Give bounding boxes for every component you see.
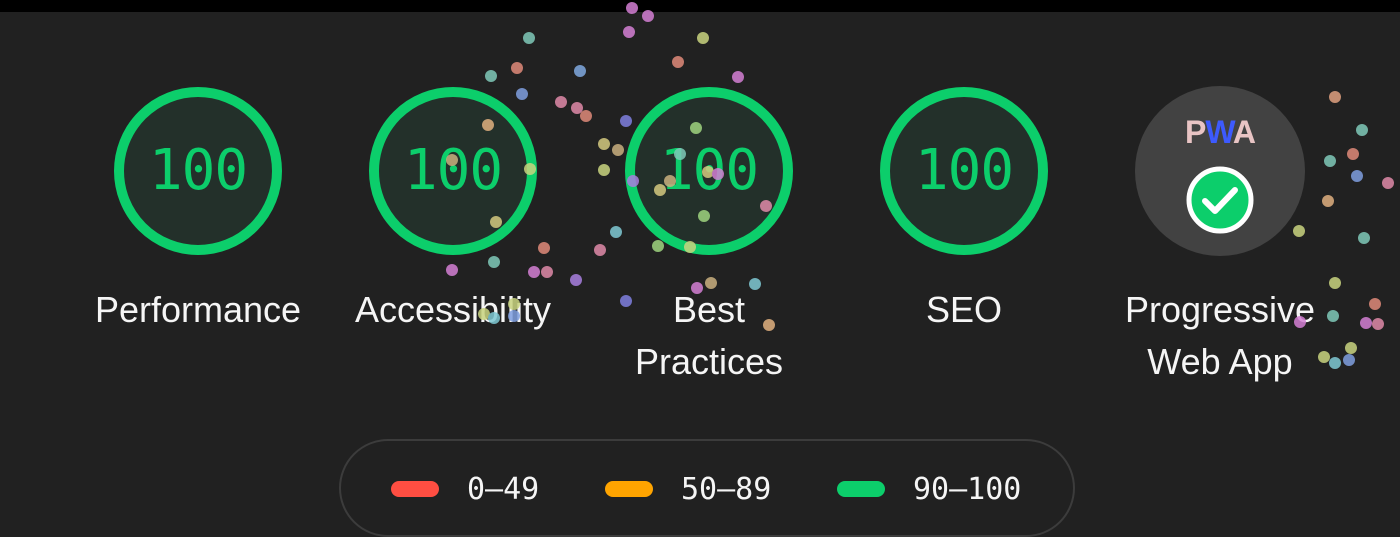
fail-swatch xyxy=(391,481,439,497)
legend-item-pass: 90–100 xyxy=(837,469,1021,509)
performance-label: Performance xyxy=(68,284,328,336)
legend-range-pass: 90–100 xyxy=(913,471,1022,507)
pwa-label-line2: Web App xyxy=(1147,341,1293,382)
pwa-badge[interactable]: PWA xyxy=(1135,86,1305,256)
accessibility-gauge[interactable]: 100 xyxy=(368,86,538,256)
legend-range-average: 50–89 xyxy=(681,471,772,507)
best-practices-label: Best Practices xyxy=(579,284,839,388)
pwa-logo-text: PWA xyxy=(1185,114,1256,150)
performance-gauge[interactable]: 100 xyxy=(113,86,283,256)
seo-label-text: SEO xyxy=(925,289,1003,330)
pass-swatch xyxy=(837,481,885,497)
best-practices-label-line2: Practices xyxy=(634,341,784,382)
performance-label-text: Performance xyxy=(94,289,302,330)
lighthouse-scores-page: 100 Performance 100 Accessibility 100 Be… xyxy=(0,0,1400,537)
top-bar xyxy=(0,0,1400,12)
seo-score: 100 xyxy=(914,138,1014,203)
legend-range-fail: 0–49 xyxy=(467,471,540,507)
best-practices-gauge[interactable]: 100 xyxy=(624,86,794,256)
best-practices-score: 100 xyxy=(659,138,759,203)
average-swatch xyxy=(605,481,653,497)
accessibility-label: Accessibility xyxy=(323,284,583,336)
accessibility-score: 100 xyxy=(403,138,503,203)
score-legend: 0–49 50–89 90–100 xyxy=(339,439,1075,537)
performance-score: 100 xyxy=(148,138,248,203)
pwa-label: Progressive Web App xyxy=(1090,284,1350,388)
accessibility-label-text: Accessibility xyxy=(354,289,552,330)
best-practices-label-line1: Best xyxy=(672,289,746,330)
seo-gauge[interactable]: 100 xyxy=(879,86,1049,256)
legend-item-fail: 0–49 xyxy=(391,469,539,509)
pwa-label-line1: Progressive xyxy=(1124,289,1316,330)
check-circle-icon xyxy=(1186,166,1254,234)
seo-label: SEO xyxy=(834,284,1094,336)
legend-item-average: 50–89 xyxy=(605,469,771,509)
